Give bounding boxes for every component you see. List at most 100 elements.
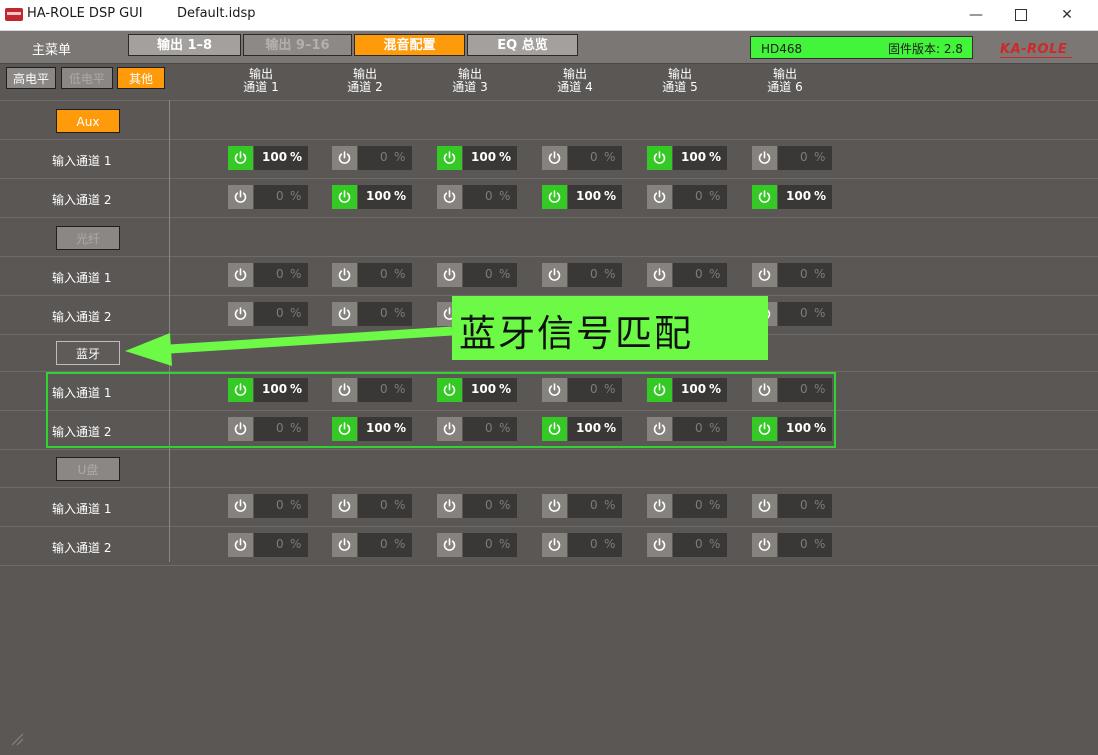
- power-toggle-icon[interactable]: [332, 494, 357, 518]
- mix-level-field[interactable]: 0%: [778, 263, 832, 287]
- power-toggle-icon[interactable]: [542, 185, 567, 209]
- power-toggle-icon[interactable]: [332, 263, 357, 287]
- power-toggle-icon[interactable]: [437, 146, 462, 170]
- mix-level-field[interactable]: 100%: [358, 185, 412, 209]
- mix-level-field[interactable]: 0%: [254, 533, 308, 557]
- input-channel-label: 输入通道 2: [52, 310, 112, 324]
- mix-level-field[interactable]: 100%: [568, 185, 622, 209]
- power-toggle-icon[interactable]: [332, 302, 357, 326]
- column-header-output-6: 输出 通道 6: [755, 68, 815, 94]
- power-toggle-icon[interactable]: [228, 302, 253, 326]
- power-toggle-icon[interactable]: [647, 146, 672, 170]
- mix-level-field[interactable]: 0%: [358, 533, 412, 557]
- maximize-button[interactable]: [998, 0, 1044, 30]
- percent-unit: %: [604, 498, 616, 512]
- mix-level-field[interactable]: 0%: [358, 302, 412, 326]
- power-toggle-icon[interactable]: [752, 494, 777, 518]
- mix-level-field[interactable]: 0%: [254, 263, 308, 287]
- power-toggle-icon[interactable]: [647, 185, 672, 209]
- mix-level-field[interactable]: 0%: [673, 185, 727, 209]
- high-level-button[interactable]: 高电平: [6, 67, 56, 89]
- tab-eq-overview[interactable]: EQ 总览: [467, 34, 578, 56]
- mix-level-field[interactable]: 0%: [673, 494, 727, 518]
- mix-level-value: 0: [485, 189, 493, 203]
- mix-level-field[interactable]: 0%: [254, 494, 308, 518]
- power-toggle-icon[interactable]: [752, 185, 777, 209]
- file-name: Default.idsp: [177, 6, 256, 21]
- mix-level-field[interactable]: 0%: [358, 146, 412, 170]
- mix-level-value: 0: [276, 306, 284, 320]
- power-toggle-icon[interactable]: [542, 146, 567, 170]
- power-toggle-icon[interactable]: [332, 533, 357, 557]
- mix-level-field[interactable]: 0%: [568, 494, 622, 518]
- main-menu-button[interactable]: 主菜单: [32, 39, 71, 58]
- mix-level-field[interactable]: 0%: [463, 185, 517, 209]
- mix-level-field[interactable]: 0%: [778, 146, 832, 170]
- mix-level-field[interactable]: 0%: [778, 494, 832, 518]
- mix-cell-output-3: 0%: [437, 533, 517, 557]
- resize-grip-icon[interactable]: [10, 732, 24, 746]
- power-toggle-icon[interactable]: [647, 263, 672, 287]
- mix-level-field[interactable]: 0%: [358, 263, 412, 287]
- power-toggle-icon[interactable]: [228, 494, 253, 518]
- mix-level-field[interactable]: 0%: [568, 146, 622, 170]
- input-channel-label: 输入通道 1: [52, 154, 112, 168]
- minimize-button[interactable]: —: [953, 0, 999, 30]
- source-button-usb[interactable]: U盘: [56, 457, 120, 481]
- power-toggle-icon[interactable]: [647, 533, 672, 557]
- percent-unit: %: [814, 306, 826, 320]
- source-button-bluetooth[interactable]: 蓝牙: [56, 341, 120, 365]
- mix-level-field[interactable]: 0%: [254, 302, 308, 326]
- percent-unit: %: [604, 267, 616, 281]
- power-toggle-icon[interactable]: [228, 263, 253, 287]
- power-toggle-icon[interactable]: [228, 185, 253, 209]
- mix-level-field[interactable]: 0%: [778, 302, 832, 326]
- power-toggle-icon[interactable]: [437, 263, 462, 287]
- source-button-aux[interactable]: Aux: [56, 109, 120, 133]
- power-toggle-icon[interactable]: [437, 494, 462, 518]
- power-toggle-icon[interactable]: [437, 533, 462, 557]
- percent-unit: %: [709, 189, 721, 203]
- power-toggle-icon[interactable]: [437, 185, 462, 209]
- tab-output-9-16[interactable]: 输出 9–16: [243, 34, 352, 56]
- power-toggle-icon[interactable]: [752, 146, 777, 170]
- power-toggle-icon[interactable]: [332, 185, 357, 209]
- power-toggle-icon[interactable]: [228, 146, 253, 170]
- percent-unit: %: [814, 189, 827, 203]
- percent-unit: %: [604, 189, 617, 203]
- power-toggle-icon[interactable]: [542, 263, 567, 287]
- power-toggle-icon[interactable]: [228, 533, 253, 557]
- tab-output-1-8[interactable]: 输出 1–8: [128, 34, 241, 56]
- mix-level-field[interactable]: 0%: [673, 533, 727, 557]
- mix-level-field[interactable]: 0%: [778, 533, 832, 557]
- mix-level-field[interactable]: 100%: [778, 185, 832, 209]
- mix-level-field[interactable]: 0%: [463, 494, 517, 518]
- mix-level-field[interactable]: 100%: [254, 146, 308, 170]
- tab-mix-config[interactable]: 混音配置: [354, 34, 465, 56]
- power-toggle-icon[interactable]: [752, 263, 777, 287]
- mix-level-field[interactable]: 0%: [254, 185, 308, 209]
- mix-level-field[interactable]: 100%: [463, 146, 517, 170]
- mix-level-field[interactable]: 100%: [673, 146, 727, 170]
- close-button[interactable]: ✕: [1044, 0, 1090, 30]
- percent-unit: %: [499, 498, 511, 512]
- low-level-button[interactable]: 低电平: [61, 67, 113, 89]
- mix-level-field[interactable]: 0%: [673, 263, 727, 287]
- mix-level-field[interactable]: 0%: [568, 533, 622, 557]
- mix-level-field[interactable]: 0%: [463, 263, 517, 287]
- device-model: HD468: [761, 42, 803, 56]
- power-toggle-icon[interactable]: [332, 146, 357, 170]
- mix-level-field[interactable]: 0%: [568, 263, 622, 287]
- percent-unit: %: [394, 267, 406, 281]
- percent-unit: %: [499, 537, 511, 551]
- power-toggle-icon[interactable]: [542, 533, 567, 557]
- power-toggle-icon[interactable]: [752, 533, 777, 557]
- other-level-button[interactable]: 其他: [117, 67, 165, 89]
- mix-level-field[interactable]: 0%: [358, 494, 412, 518]
- source-button-fiber[interactable]: 光纤: [56, 226, 120, 250]
- mix-level-field[interactable]: 0%: [463, 533, 517, 557]
- power-toggle-icon[interactable]: [647, 494, 672, 518]
- firmware-version: 固件版本: 2.8: [888, 42, 963, 56]
- power-toggle-icon[interactable]: [542, 494, 567, 518]
- input-row-usb-1: 输入通道 1 0% 0% 0% 0% 0% 0%: [0, 488, 1098, 527]
